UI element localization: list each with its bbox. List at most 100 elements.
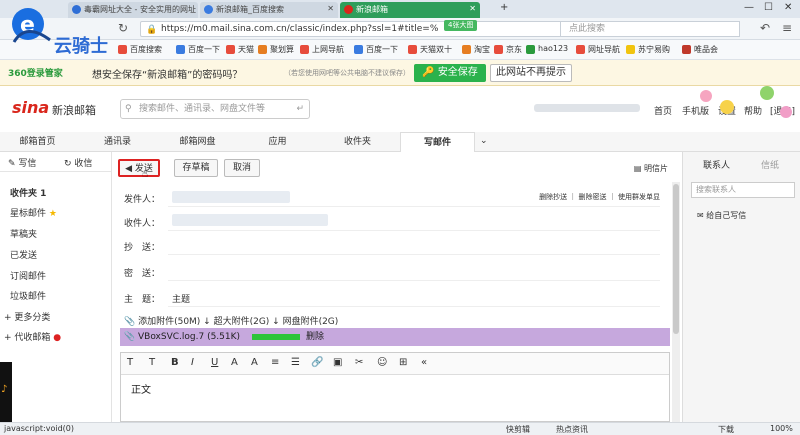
minimize-icon[interactable]: —	[744, 2, 754, 13]
user-account	[534, 104, 640, 112]
tab-compose[interactable]: 写邮件	[400, 132, 475, 152]
sina-icon	[344, 5, 353, 14]
chevron-down-icon[interactable]: ⌄	[480, 136, 488, 146]
subject-input[interactable]: 主题	[172, 292, 190, 305]
flower-decoration	[760, 86, 774, 100]
scissors-icon[interactable]: ✂	[355, 357, 363, 368]
tab-contacts[interactable]: 通讯录	[80, 132, 155, 152]
mail-search-input[interactable]: ⚲ 搜索邮件、通讯录、网盘文件等 ↵	[120, 99, 310, 119]
align-icon[interactable]: ≡	[271, 357, 279, 368]
write-to-self-link[interactable]: ✉ 给自己写信	[697, 210, 746, 221]
tab-contacts-panel[interactable]: 联系人	[703, 158, 730, 171]
send-button[interactable]: ◀ 发送	[118, 159, 160, 177]
tab-apps[interactable]: 应用	[240, 132, 315, 152]
bookmark-item[interactable]: 上网导航	[300, 44, 344, 55]
delete-attachment-link[interactable]: 删除	[306, 328, 324, 346]
from-field[interactable]	[172, 191, 290, 203]
cancel-button[interactable]: 取消	[224, 159, 260, 177]
folder-drafts[interactable]: 草稿夹	[10, 227, 37, 240]
close-window-icon[interactable]: ✕	[784, 2, 792, 13]
list-icon[interactable]: ☰	[291, 357, 300, 368]
table-icon[interactable]: ⊞	[399, 357, 407, 368]
help-link[interactable]: 帮助	[744, 104, 762, 117]
field-links[interactable]: 删除抄送 ｜ 删除密送 ｜ 使用群发单显	[539, 192, 660, 202]
bookmark-item[interactable]: 淘宝	[462, 44, 490, 55]
bookmark-item[interactable]: 百度搜索	[118, 44, 162, 55]
browser-search-input[interactable]: 点此搜索	[560, 21, 740, 37]
write-receive-row: ✎ 写信 ↻ 收信	[0, 152, 112, 172]
link-icon[interactable]: 🔗	[311, 357, 323, 368]
zoom-level[interactable]: 100%	[770, 424, 793, 433]
tab-netdisk[interactable]: 邮箱网盘	[160, 132, 235, 152]
menu-icon[interactable]: ≡	[782, 21, 792, 35]
postcard-button[interactable]: ▤ 明信片	[634, 163, 668, 174]
close-icon[interactable]: ✕	[327, 4, 334, 13]
folder-spam[interactable]: 垃圾邮件	[10, 289, 46, 302]
attach-options[interactable]: 📎 添加附件(50M) ↓ 超大附件(2G) ↓ 网盘附件(2G)	[124, 314, 338, 327]
status-url: javascript:void(0)	[4, 424, 75, 433]
safe-save-button[interactable]: 🔑 安全保存	[414, 64, 486, 82]
sina-logo[interactable]: sina	[12, 98, 49, 117]
maximize-icon[interactable]: ☐	[764, 2, 773, 13]
rich-text-editor[interactable]: T T B I U A A ≡ ☰ 🔗 ▣ ✂ ☺ ⊞ « 正文	[120, 352, 670, 422]
bcc-field[interactable]	[168, 280, 660, 281]
receive-button[interactable]: ↻ 收信	[64, 156, 92, 169]
bookmark-item[interactable]: 天猫双十	[408, 44, 452, 55]
bookmark-item[interactable]: 百度一下	[176, 44, 220, 55]
folder-subscription[interactable]: 订阅邮件	[10, 269, 46, 282]
mobile-link[interactable]: 手机版	[682, 104, 709, 117]
scroll-thumb[interactable]	[673, 184, 679, 334]
vertical-scrollbar[interactable]	[672, 182, 680, 422]
bookmark-item[interactable]: 百度一下	[354, 44, 398, 55]
to-field[interactable]	[172, 214, 328, 226]
collapse-icon[interactable]: «	[421, 357, 427, 368]
browser-tab-3[interactable]: 新浪邮箱 ✕	[340, 2, 480, 18]
flower-decoration	[780, 106, 792, 118]
undo-icon[interactable]: ↶	[760, 21, 770, 35]
quick-clip-button[interactable]: 快剪辑	[506, 424, 530, 435]
bookmark-item[interactable]: 京东	[494, 44, 522, 55]
new-tab-icon[interactable]: +	[500, 2, 508, 13]
360-logo: 360登录管家	[8, 69, 63, 79]
folder-sent[interactable]: 已发送	[10, 248, 37, 261]
font-size-icon[interactable]: T	[149, 357, 155, 368]
font-color-icon[interactable]: A	[231, 357, 238, 368]
url-field[interactable]: 🔒 https://m0.mail.sina.com.cn/classic/in…	[140, 21, 595, 37]
refresh-icon[interactable]: ↻	[118, 21, 128, 35]
hot-news-button[interactable]: 热点资讯	[556, 424, 588, 435]
bookmark-item[interactable]: hao123	[526, 44, 568, 54]
tab-stationery[interactable]: 信纸	[761, 158, 779, 171]
emoji-icon[interactable]: ☺	[377, 357, 387, 368]
bookmark-item[interactable]: 唯品会	[682, 44, 718, 55]
bookmark-item[interactable]: 苏宁易购	[626, 44, 670, 55]
bookmark-item[interactable]: 聚划算	[258, 44, 294, 55]
browser-tab-2[interactable]: 新浪邮箱_百度搜索 ✕	[200, 2, 338, 18]
subject-label: 主 题：	[124, 295, 161, 305]
bold-icon[interactable]: B	[171, 357, 179, 368]
close-icon[interactable]: ✕	[469, 4, 476, 13]
proxy-mailbox[interactable]: + 代收邮箱 ●	[4, 330, 61, 343]
tab-mail-home[interactable]: 邮箱首页	[0, 132, 75, 152]
never-prompt-button[interactable]: 此网站不再提示	[490, 64, 572, 82]
bookmark-item[interactable]: 网址导航	[576, 44, 620, 55]
save-draft-button[interactable]: 存草稿	[174, 159, 218, 177]
highlight-icon[interactable]: A	[251, 357, 258, 368]
image-icon[interactable]: ▣	[333, 357, 342, 368]
write-button[interactable]: ✎ 写信	[8, 156, 36, 169]
download-button[interactable]: 下载	[718, 424, 734, 435]
font-icon[interactable]: T	[127, 357, 133, 368]
more-categories[interactable]: + 更多分类	[4, 310, 50, 323]
underline-icon[interactable]: U	[211, 357, 218, 368]
upload-progress-bar	[252, 334, 300, 340]
bookmark-item[interactable]: 天猫	[226, 44, 254, 55]
folder-starred[interactable]: 星标邮件 ★	[10, 206, 57, 219]
home-link[interactable]: 首页	[654, 104, 672, 117]
folder-inbox[interactable]: 收件夹 1	[10, 186, 46, 199]
cc-field[interactable]	[168, 254, 660, 255]
italic-icon[interactable]: I	[191, 357, 194, 368]
tab-inbox[interactable]: 收件夹	[320, 132, 395, 152]
contact-search-input[interactable]: 搜索联系人	[691, 182, 795, 198]
big-image-badge[interactable]: 4张大图	[444, 20, 478, 31]
star-icon: ★	[48, 209, 57, 219]
music-icon[interactable]: ♪	[0, 362, 12, 422]
